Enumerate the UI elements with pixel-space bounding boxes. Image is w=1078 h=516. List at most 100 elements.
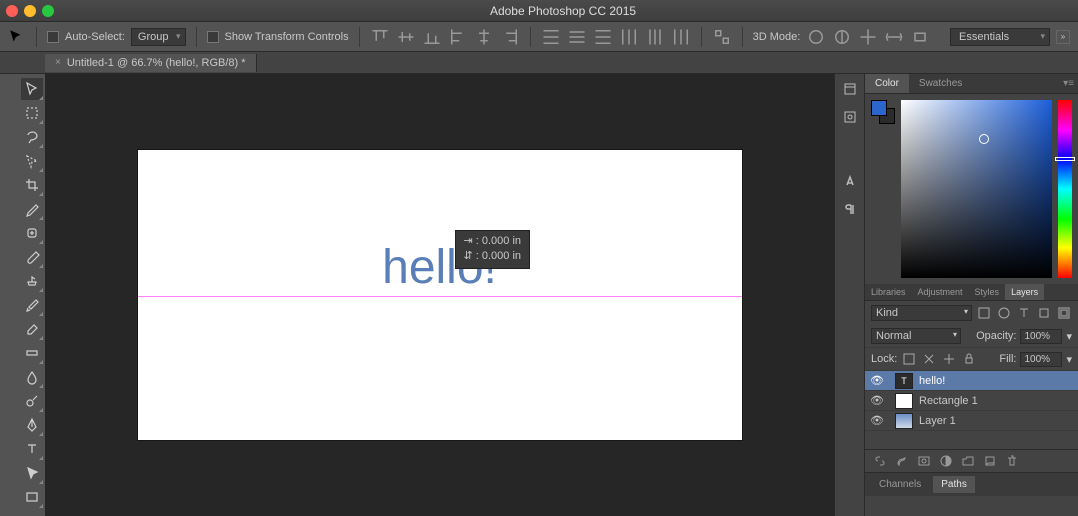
layer-row[interactable]: 👁 T hello! (865, 371, 1078, 391)
document-tab[interactable]: × Untitled-1 @ 66.7% (hello!, RGB/8) * (45, 54, 257, 72)
dodge-tool[interactable] (21, 390, 43, 412)
distribute-hcenter-icon[interactable] (645, 27, 665, 47)
blur-tool[interactable] (21, 366, 43, 388)
distribute-left-icon[interactable] (619, 27, 639, 47)
lock-position-icon[interactable] (941, 351, 957, 367)
align-right-icon[interactable] (500, 27, 520, 47)
filter-type-icon[interactable] (1016, 305, 1032, 321)
3d-pan-icon[interactable] (858, 27, 878, 47)
hue-slider[interactable] (1058, 100, 1072, 278)
link-layers-icon[interactable] (871, 453, 889, 469)
layer-thumb-image-icon (895, 413, 913, 429)
close-tab-icon[interactable]: × (55, 57, 61, 68)
tab-layers[interactable]: Layers (1005, 284, 1044, 300)
rectangle-tool[interactable] (21, 486, 43, 508)
layer-name[interactable]: hello! (919, 375, 945, 387)
crop-tool[interactable] (21, 174, 43, 196)
horizontal-guide[interactable] (138, 296, 742, 297)
fill-stepper-icon[interactable]: ▾ (1066, 353, 1072, 366)
collapse-panels-icon[interactable]: » (1056, 30, 1070, 44)
visibility-toggle-icon[interactable]: 👁 (865, 394, 889, 407)
align-bottom-icon[interactable] (422, 27, 442, 47)
filter-kind-dropdown[interactable]: Kind (871, 305, 972, 321)
visibility-toggle-icon[interactable]: 👁 (865, 374, 889, 387)
delete-layer-icon[interactable] (1003, 453, 1021, 469)
align-hcenter-icon[interactable] (474, 27, 494, 47)
3d-roll-icon[interactable] (832, 27, 852, 47)
marquee-tool[interactable] (21, 102, 43, 124)
canvas-area[interactable]: hello! ⇥ : 0.000 in ⇵ : 0.000 in (45, 74, 834, 516)
tab-color[interactable]: Color (865, 74, 909, 93)
filter-pixel-icon[interactable] (976, 305, 992, 321)
opacity-input[interactable]: 100% (1020, 329, 1062, 344)
foreground-swatch[interactable] (871, 100, 887, 116)
visibility-toggle-icon[interactable]: 👁 (865, 414, 889, 427)
lock-transparency-icon[interactable] (901, 351, 917, 367)
group-layers-icon[interactable] (959, 453, 977, 469)
filter-smart-icon[interactable] (1056, 305, 1072, 321)
lasso-tool[interactable] (21, 126, 43, 148)
gradient-tool[interactable] (21, 342, 43, 364)
3d-zoom-icon[interactable] (910, 27, 930, 47)
tab-paths[interactable]: Paths (933, 476, 975, 493)
close-window-icon[interactable] (6, 5, 18, 17)
saturation-value-field[interactable] (901, 100, 1052, 278)
quick-select-tool[interactable] (21, 150, 43, 172)
lock-pixels-icon[interactable] (921, 351, 937, 367)
tab-adjustment[interactable]: Adjustment (912, 284, 969, 300)
fill-input[interactable]: 100% (1020, 352, 1062, 367)
eraser-tool[interactable] (21, 318, 43, 340)
adjustment-layer-icon[interactable] (937, 453, 955, 469)
distribute-bottom-icon[interactable] (593, 27, 613, 47)
new-layer-icon[interactable] (981, 453, 999, 469)
layer-style-icon[interactable] (893, 453, 911, 469)
move-tool[interactable] (21, 78, 43, 100)
3d-orbit-icon[interactable] (806, 27, 826, 47)
distribute-vcenter-icon[interactable] (567, 27, 587, 47)
tab-styles[interactable]: Styles (969, 284, 1006, 300)
tab-libraries[interactable]: Libraries (865, 284, 912, 300)
layer-row[interactable]: 👁 Rectangle 1 (865, 391, 1078, 411)
filter-shape-icon[interactable] (1036, 305, 1052, 321)
distribute-right-icon[interactable] (671, 27, 691, 47)
history-brush-tool[interactable] (21, 294, 43, 316)
eyedropper-tool[interactable] (21, 198, 43, 220)
layer-mask-icon[interactable] (915, 453, 933, 469)
layer-name[interactable]: Rectangle 1 (919, 395, 978, 407)
sv-cursor-icon[interactable] (979, 134, 989, 144)
tab-channels[interactable]: Channels (871, 476, 929, 493)
filter-adjust-icon[interactable] (996, 305, 1012, 321)
3d-slide-icon[interactable] (884, 27, 904, 47)
character-panel-icon[interactable] (839, 170, 861, 192)
align-vcenter-icon[interactable] (396, 27, 416, 47)
canvas[interactable]: hello! ⇥ : 0.000 in ⇵ : 0.000 in (138, 150, 742, 440)
fg-bg-swatches[interactable] (871, 100, 895, 124)
blend-mode-dropdown[interactable]: Normal (871, 328, 961, 344)
opacity-stepper-icon[interactable]: ▾ (1066, 330, 1072, 343)
tab-swatches[interactable]: Swatches (909, 74, 972, 93)
auto-select-checkbox[interactable] (47, 31, 59, 43)
distribute-top-icon[interactable] (541, 27, 561, 47)
pen-tool[interactable] (21, 414, 43, 436)
clone-stamp-tool[interactable] (21, 270, 43, 292)
auto-select-dropdown[interactable]: Group (131, 28, 186, 46)
lock-all-icon[interactable] (961, 351, 977, 367)
hue-slider-thumb[interactable] (1055, 157, 1075, 161)
layer-row[interactable]: 👁 Layer 1 (865, 411, 1078, 431)
brush-tool[interactable] (21, 246, 43, 268)
color-panel-menu-icon[interactable]: ▾≡ (1063, 78, 1074, 89)
layer-name[interactable]: Layer 1 (919, 415, 956, 427)
path-select-tool[interactable] (21, 462, 43, 484)
auto-align-icon[interactable] (712, 27, 732, 47)
history-panel-icon[interactable] (839, 78, 861, 100)
type-tool[interactable] (21, 438, 43, 460)
align-left-icon[interactable] (448, 27, 468, 47)
workspace-dropdown[interactable]: Essentials (950, 28, 1050, 46)
minimize-window-icon[interactable] (24, 5, 36, 17)
show-transform-checkbox[interactable] (207, 31, 219, 43)
properties-panel-icon[interactable] (839, 106, 861, 128)
healing-brush-tool[interactable] (21, 222, 43, 244)
align-top-icon[interactable] (370, 27, 390, 47)
paragraph-panel-icon[interactable] (839, 198, 861, 220)
zoom-window-icon[interactable] (42, 5, 54, 17)
